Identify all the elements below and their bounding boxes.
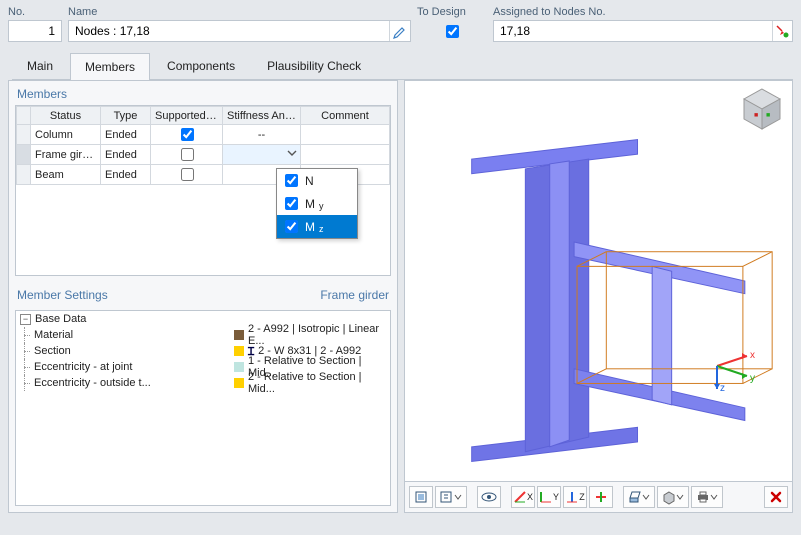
projection-dropdown-icon[interactable]: [623, 486, 655, 508]
render-style-dropdown-icon[interactable]: [657, 486, 689, 508]
navigation-cube-icon[interactable]: ■ ■: [740, 87, 784, 131]
fit-view-icon[interactable]: [589, 486, 613, 508]
stiffness-option-n[interactable]: N: [277, 169, 357, 192]
supported-checkbox[interactable]: [181, 128, 194, 141]
axis-z-icon[interactable]: Z: [563, 486, 587, 508]
3d-viewport[interactable]: ■ ■: [405, 81, 792, 481]
edit-name-icon[interactable]: [389, 21, 410, 41]
tree-item-material[interactable]: Material 2 - A992 | Isotropic | Linear E…: [16, 327, 390, 343]
viewport-toolbar: X Y Z: [405, 481, 792, 512]
no-input[interactable]: [9, 24, 61, 38]
delete-icon[interactable]: [764, 486, 788, 508]
show-model-icon[interactable]: [477, 486, 501, 508]
assigned-nodes-input[interactable]: [494, 24, 772, 38]
svg-text:■: ■: [754, 112, 758, 119]
tree-item-eccentricity-outside[interactable]: Eccentricity - outside t... 2 - Relative…: [16, 375, 390, 391]
tab-main[interactable]: Main: [12, 52, 68, 79]
svg-text:y: y: [750, 373, 755, 384]
view-preset-icon[interactable]: [409, 486, 433, 508]
tab-components[interactable]: Components: [152, 52, 250, 79]
tab-plausibility-check[interactable]: Plausibility Check: [252, 52, 376, 79]
members-title: Members: [17, 87, 67, 101]
view-preset-dropdown-icon[interactable]: [435, 486, 467, 508]
axis-gizmo-icon: x y z: [702, 341, 762, 394]
stiffness-dropdown-cell[interactable]: [223, 145, 301, 165]
table-row[interactable]: Column Ended --: [17, 125, 390, 145]
tab-members[interactable]: Members: [70, 53, 150, 80]
name-input[interactable]: [69, 24, 389, 38]
col-stiffness[interactable]: Stiffness Analy: [223, 107, 301, 125]
stiffness-option-my[interactable]: My: [277, 192, 357, 215]
member-settings-context: Frame girder: [320, 288, 389, 302]
pick-nodes-icon[interactable]: [772, 21, 793, 41]
print-dropdown-icon[interactable]: [691, 486, 723, 508]
table-row[interactable]: Frame girder Ended: [17, 145, 390, 165]
col-type[interactable]: Type: [101, 107, 151, 125]
col-supported[interactable]: Supported En: [151, 107, 223, 125]
axis-y-icon[interactable]: Y: [537, 486, 561, 508]
swatch-icon: [234, 330, 244, 340]
stiffness-dropdown-popup[interactable]: N My Mz: [276, 168, 358, 239]
no-label: No.: [8, 6, 62, 18]
col-comment[interactable]: Comment: [301, 107, 390, 125]
member-settings-title: Member Settings: [17, 288, 108, 302]
svg-text:x: x: [750, 350, 755, 361]
svg-text:z: z: [720, 383, 725, 394]
axis-x-icon[interactable]: X: [511, 486, 535, 508]
stiffness-option-mz[interactable]: Mz: [277, 215, 357, 238]
name-label: Name: [68, 6, 411, 18]
svg-text:■: ■: [766, 112, 770, 119]
collapse-icon[interactable]: −: [20, 314, 31, 325]
swatch-icon: [234, 378, 244, 388]
col-status[interactable]: Status: [31, 107, 101, 125]
to-design-label: To Design: [417, 6, 487, 18]
member-settings-tree[interactable]: − Base Data Material 2 - A992 | Isotropi…: [15, 310, 391, 506]
to-design-checkbox[interactable]: [446, 25, 459, 38]
assigned-label: Assigned to Nodes No.: [493, 6, 793, 18]
tab-bar: Main Members Components Plausibility Che…: [12, 52, 793, 80]
supported-checkbox[interactable]: [181, 148, 194, 161]
supported-checkbox[interactable]: [181, 168, 194, 181]
chevron-down-icon[interactable]: [286, 147, 298, 162]
